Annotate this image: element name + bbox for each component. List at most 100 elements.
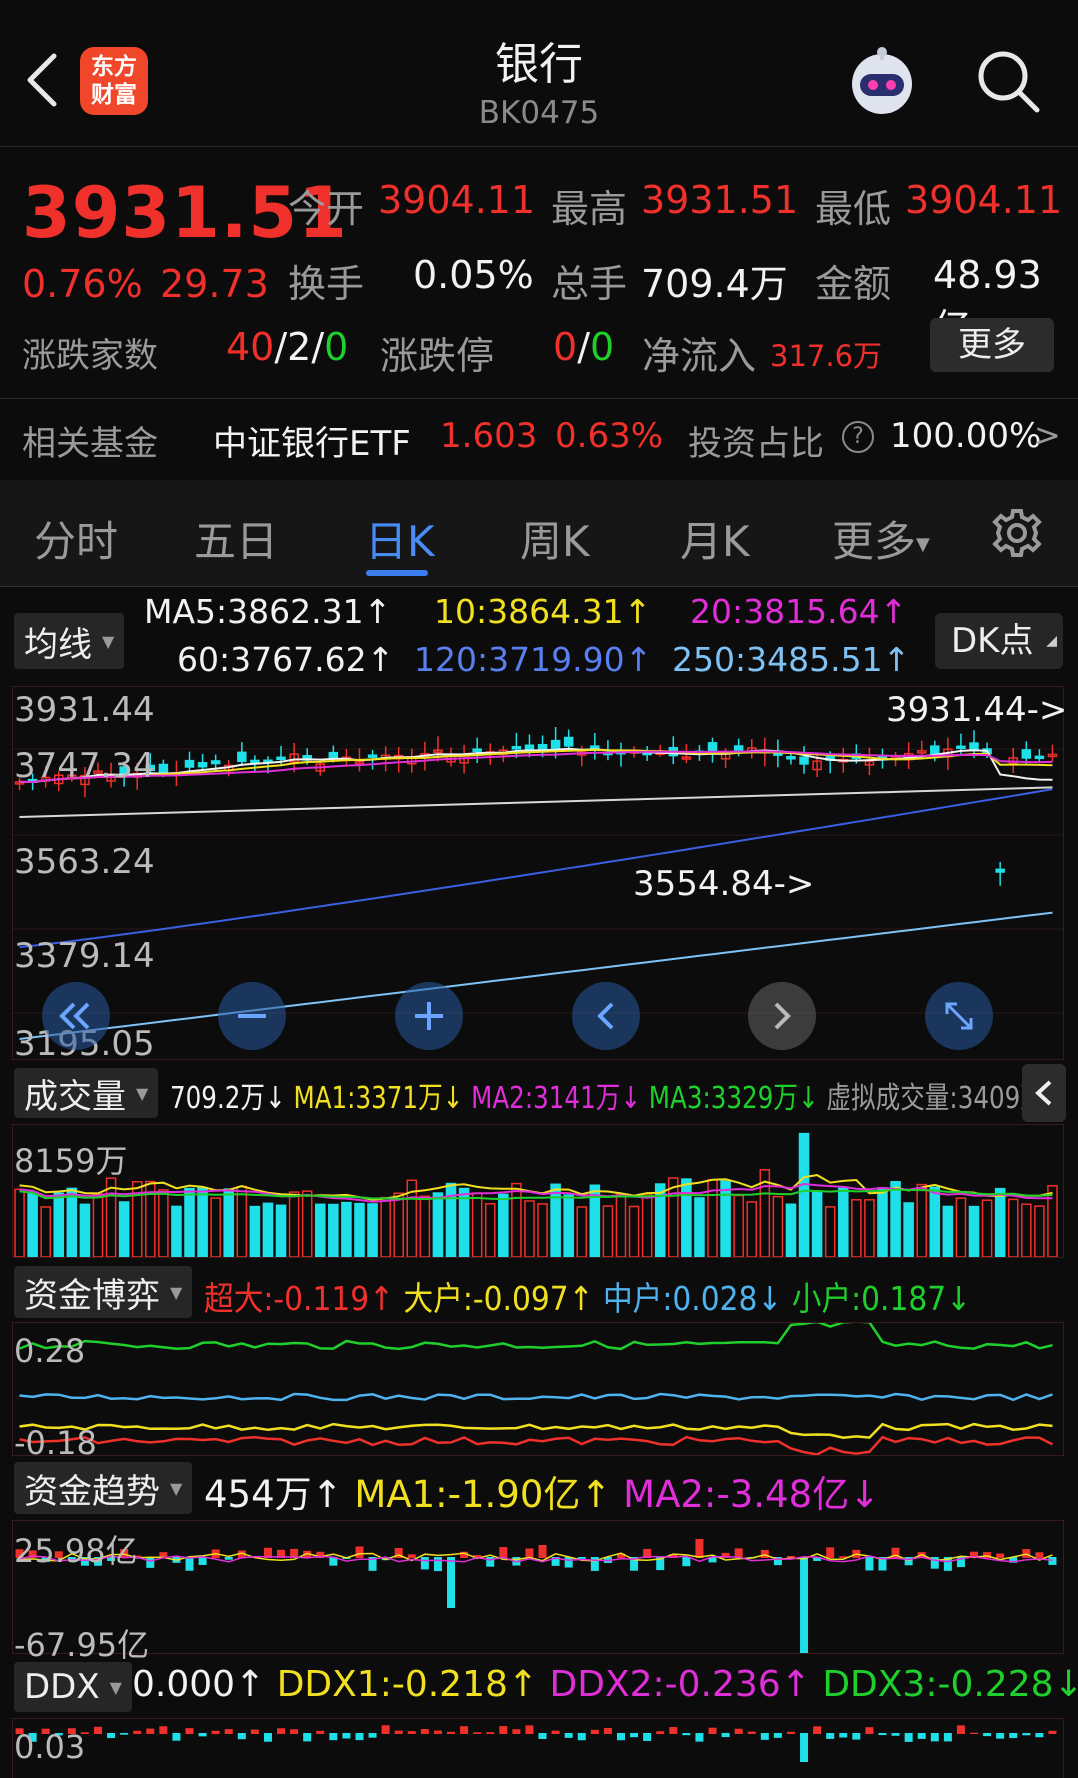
volume-bar xyxy=(27,1191,38,1257)
large-value: 大户:-0.097↑ xyxy=(403,1279,594,1318)
ddx-bar xyxy=(159,1726,168,1734)
fund-trend-dropdown[interactable]: 资金趋势 ▼ xyxy=(14,1462,193,1514)
search-icon[interactable] xyxy=(975,48,1041,114)
next-button[interactable] xyxy=(748,982,816,1050)
dk-button[interactable]: DK点 ◢ xyxy=(935,613,1063,669)
volume-bar xyxy=(53,1192,65,1257)
trend-bar xyxy=(564,1557,573,1568)
zoom-in-button[interactable] xyxy=(395,982,463,1050)
trend-bar xyxy=(198,1557,207,1565)
ddx-bar xyxy=(656,1731,665,1734)
tab-daily-k[interactable]: 日K xyxy=(365,508,435,569)
trend-bar xyxy=(826,1547,835,1558)
fund-trend-legend: 454万↑ MA1:-1.90亿↑ MA2:-3.48亿↓ xyxy=(204,1464,880,1518)
collapse-button[interactable] xyxy=(1022,1064,1066,1122)
ratio-arrow[interactable]: > xyxy=(1034,416,1061,454)
small-line xyxy=(19,1323,1053,1351)
corner-icon: ◢ xyxy=(1046,633,1057,649)
volume-bar xyxy=(916,1183,927,1257)
open-label: 今开 xyxy=(288,187,365,231)
tab-weekly-k[interactable]: 周K xyxy=(520,508,590,569)
volume-bar xyxy=(92,1193,104,1257)
caret-down-icon: ▼ xyxy=(109,1677,122,1697)
ddx-canvas xyxy=(15,1725,1057,1762)
robot-assistant-icon[interactable] xyxy=(842,42,922,122)
volume-dropdown[interactable]: 成交量 ▼ xyxy=(14,1068,159,1118)
settings-icon[interactable] xyxy=(990,506,1044,560)
caret-down-icon: ▼ xyxy=(170,1282,183,1302)
fund-trend-chart[interactable] xyxy=(12,1520,1064,1654)
chevron-left-icon xyxy=(1035,1080,1052,1106)
ddx-bar xyxy=(891,1733,900,1736)
ddx-bar xyxy=(473,1732,482,1734)
ddx-bar xyxy=(460,1726,469,1734)
volume-bar xyxy=(681,1178,692,1257)
volume-bar xyxy=(772,1195,784,1257)
trend-bar xyxy=(407,1554,416,1558)
ddx-bar xyxy=(146,1728,155,1734)
tab-more[interactable]: 更多▼ xyxy=(832,508,930,569)
volume-bar xyxy=(249,1205,261,1257)
ma-dropdown[interactable]: 均线 ▼ xyxy=(14,613,125,669)
volume-ma1: MA1:3371万↓ xyxy=(293,1081,464,1116)
volume-bar xyxy=(432,1192,444,1257)
volume-bar xyxy=(929,1186,941,1257)
candle-body xyxy=(184,759,195,768)
fund-game-chart[interactable] xyxy=(12,1322,1064,1456)
volume-bar xyxy=(942,1205,954,1257)
ddx-bar xyxy=(747,1731,756,1734)
ddx-bar xyxy=(185,1728,194,1734)
kline-chart[interactable] xyxy=(12,686,1064,1060)
open-value: 3904.11 xyxy=(378,178,536,222)
ratio-value: 100.00% xyxy=(890,416,1042,456)
ddx-bar xyxy=(1035,1733,1044,1738)
ddx-bar xyxy=(486,1732,495,1734)
prev-button[interactable] xyxy=(572,982,640,1050)
ddx-bar xyxy=(839,1733,848,1738)
tab-active-indicator xyxy=(366,570,428,576)
ddx-bar xyxy=(983,1733,992,1737)
fund-name[interactable]: 中证银行ETF xyxy=(213,416,411,465)
tab-five-day[interactable]: 五日 xyxy=(194,508,278,569)
volume-bar xyxy=(798,1132,810,1257)
fund-price: 1.603 xyxy=(440,416,538,456)
double-left-icon xyxy=(59,1002,90,1030)
volume-bar xyxy=(66,1187,78,1257)
tab-intraday[interactable]: 分时 xyxy=(34,508,118,569)
candle-body xyxy=(563,736,574,747)
ddx-bar xyxy=(786,1731,795,1734)
volume-dropdown-label: 成交量 xyxy=(24,1076,126,1117)
more-button[interactable]: 更多 xyxy=(930,318,1054,372)
volume-bar xyxy=(275,1204,287,1257)
trend-bar xyxy=(538,1545,547,1558)
ddx-y-top: 0.03 xyxy=(14,1728,86,1766)
volume-chart[interactable] xyxy=(12,1124,1064,1258)
candle-body xyxy=(158,763,169,774)
volume-bar xyxy=(236,1185,248,1257)
trend-bar xyxy=(1048,1557,1057,1565)
volume-bar xyxy=(641,1193,653,1257)
ma250-line xyxy=(19,911,1053,1040)
fullscreen-button[interactable] xyxy=(925,982,993,1050)
rewind-button[interactable] xyxy=(42,982,110,1050)
help-icon[interactable]: ? xyxy=(842,421,874,453)
trend-bar xyxy=(525,1548,534,1558)
ddx-bar xyxy=(630,1733,639,1738)
up-count: 40 xyxy=(226,325,275,369)
ddx-chart[interactable] xyxy=(12,1718,1064,1778)
zoom-out-button[interactable] xyxy=(218,982,286,1050)
fund-game-dropdown[interactable]: 资金博弈 ▼ xyxy=(14,1266,193,1318)
ddx-bar xyxy=(1048,1730,1057,1734)
fund-game-legend: 超大:-0.119↑ 大户:-0.097↑ 中户:0.028↓ 小户:0.187… xyxy=(204,1272,971,1320)
volume-bar xyxy=(341,1201,352,1257)
plus-icon xyxy=(415,1002,443,1030)
fund-game-canvas xyxy=(19,1323,1054,1455)
dk-button-label: DK点 xyxy=(951,621,1034,661)
ddx-bar xyxy=(760,1733,769,1740)
ddx-bar xyxy=(107,1733,116,1739)
ddx-dropdown[interactable]: DDX ▼ xyxy=(14,1662,132,1712)
trend-bar xyxy=(486,1557,495,1567)
candle-body xyxy=(799,756,809,765)
tab-monthly-k[interactable]: 月K xyxy=(680,508,750,569)
ddx-bar xyxy=(669,1727,678,1734)
